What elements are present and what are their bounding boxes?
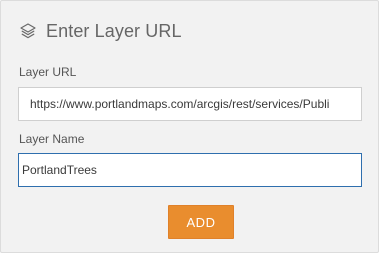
add-button[interactable]: ADD: [168, 205, 234, 239]
add-layer-panel: Enter Layer URL Layer URL Layer Name ADD: [0, 0, 379, 253]
layers-icon: [19, 22, 37, 40]
layer-name-label: Layer Name: [19, 132, 85, 146]
layer-name-input[interactable]: [18, 153, 362, 187]
layer-url-input[interactable]: [18, 87, 362, 121]
panel-header: Enter Layer URL: [19, 19, 182, 43]
panel-title: Enter Layer URL: [46, 20, 182, 41]
layer-url-label: Layer URL: [19, 65, 77, 79]
